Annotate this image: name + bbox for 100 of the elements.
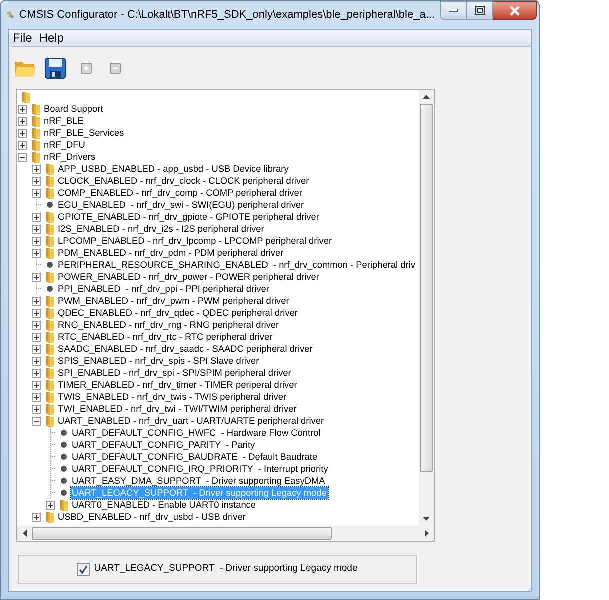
bullet-icon <box>59 488 69 498</box>
plus-icon <box>80 62 92 74</box>
collapse-icon[interactable] <box>32 416 41 426</box>
tree-item-label[interactable]: TWIS_ENABLED - nrf_drv_twis - TWIS peripheral driver <box>57 391 288 403</box>
expand-icon[interactable] <box>18 128 27 138</box>
expand-icon[interactable] <box>32 188 41 198</box>
tree-item-label[interactable]: RTC_ENABLED - nrf_drv_rtc - RTC peripheral driver <box>57 331 274 343</box>
folder-icon <box>59 499 69 511</box>
tree-item-label[interactable]: I2S_ENABLED - nrf_drv_i2s - I2S peripheral driver <box>57 223 266 235</box>
collapse-all-button[interactable] <box>108 61 122 75</box>
tree-item-label[interactable]: UART_ENABLED - nrf_drv_uart - UART/UARTE peripheral driver <box>57 415 326 427</box>
folder-icon <box>31 127 41 139</box>
close-icon <box>508 6 520 16</box>
tree-item-label[interactable]: SAADC_ENABLED - nrf_drv_saadc - SAADC peripheral driver <box>57 343 314 355</box>
menu-item[interactable]: File <box>11 30 34 46</box>
expand-icon[interactable] <box>46 500 55 510</box>
tree-item-label[interactable]: CLOCK_ENABLED - nrf_drv_clock - CLOCK peripheral driver <box>57 175 310 187</box>
save-button[interactable] <box>43 56 67 80</box>
expand-icon[interactable] <box>32 248 41 258</box>
collapse-icon[interactable] <box>18 152 27 162</box>
bullet-icon <box>59 464 69 474</box>
vertical-scrollbar[interactable] <box>419 90 434 526</box>
tree-item-label[interactable]: Board Support <box>43 103 104 115</box>
minus-icon <box>110 62 120 74</box>
tree-item-label[interactable]: POWER_ENABLED - nrf_drv_power - POWER peripheral driver <box>57 271 320 283</box>
tree-item-label[interactable]: PWM_ENABLED - nrf_drv_pwm - PWM peripheral driver <box>57 295 290 307</box>
expand-icon[interactable] <box>18 104 27 114</box>
tree-item-label[interactable]: RNG_ENABLED - nrf_drv_rng - RNG peripheral driver <box>57 319 280 331</box>
folder-icon <box>45 247 55 259</box>
folder-icon <box>45 271 55 283</box>
expand-icon[interactable] <box>18 116 27 126</box>
expand-icon[interactable] <box>32 392 41 402</box>
tree-item-label[interactable]: UART_DEFAULT_CONFIG_PARITY - Parity <box>71 439 256 451</box>
tree-item-label[interactable]: GPIOTE_ENABLED - nrf_drv_gpiote - GPIOTE peripheral driver <box>57 211 320 223</box>
folder-icon <box>45 379 55 391</box>
bullet-icon <box>59 452 69 462</box>
tree-item-label[interactable]: EGU_ENABLED - nrf_drv_swi - SWI(EGU) peripheral driver <box>57 199 306 211</box>
folder-icon <box>45 367 55 379</box>
expand-icon[interactable] <box>32 224 41 234</box>
bullet-icon <box>59 428 69 438</box>
expand-icon[interactable] <box>32 296 41 306</box>
tree-item-label[interactable]: UART0_ENABLED - Enable UART0 instance <box>71 499 258 511</box>
tree-item-label[interactable]: SPIS_ENABLED - nrf_drv_spis - SPI Slave driver <box>57 355 260 367</box>
checkbox[interactable] <box>77 563 90 576</box>
tree-item-label[interactable]: SPI_ENABLED - nrf_drv_spi - SPI/SPIM peripheral driver <box>57 367 292 379</box>
expand-icon[interactable] <box>32 320 41 330</box>
scrollbar-thumb[interactable] <box>420 104 433 472</box>
expand-icon[interactable] <box>32 380 41 390</box>
window-title: CMSIS Configurator - C:\Lokalt\BT\nRF5_SDK_only\examples\ble_peripheral\ble_a... <box>19 8 435 23</box>
expand-icon[interactable] <box>32 308 41 318</box>
expand-icon[interactable] <box>32 272 41 282</box>
expand-all-button[interactable] <box>79 61 93 75</box>
tree-item-label[interactable]: PPI_ENABLED - nrf_drv_ppi - PPI peripheral driver <box>57 283 270 295</box>
expand-icon[interactable] <box>32 176 41 186</box>
tree-item-label[interactable]: nRF_BLE <box>43 115 85 127</box>
expand-icon[interactable] <box>32 164 41 174</box>
close-button[interactable] <box>493 1 537 20</box>
tree-item-label[interactable]: TWI_ENABLED - nrf_drv_twi - TWI/TWIM peripheral driver <box>57 403 298 415</box>
folder-icon <box>45 319 55 331</box>
maximize-button[interactable] <box>467 1 493 20</box>
scrollbar-thumb[interactable] <box>32 527 332 540</box>
folder-icon <box>45 235 55 247</box>
expand-icon[interactable] <box>18 140 27 150</box>
tree-item-label[interactable]: UART_DEFAULT_CONFIG_IRQ_PRIORITY - Interrupt priority <box>71 463 330 475</box>
folder-icon <box>45 331 55 343</box>
folder-icon <box>31 151 41 163</box>
expand-icon[interactable] <box>32 404 41 414</box>
tree-item-label[interactable]: UART_DEFAULT_CONFIG_BAUDRATE - Default Baudrate <box>71 451 319 463</box>
folder-icon <box>45 355 55 367</box>
minimize-button[interactable] <box>440 1 467 20</box>
option-label: UART_LEGACY_SUPPORT - Driver supporting Legacy mode <box>94 562 358 576</box>
bullet-icon <box>59 476 69 486</box>
tree-item-label[interactable]: USBD_ENABLED - nrf_drv_usbd - USB driver <box>57 511 247 523</box>
tree-item-label[interactable]: COMP_ENABLED - nrf_drv_comp - COMP peripheral driver <box>57 187 304 199</box>
folder-icon <box>45 295 55 307</box>
tree-item-label[interactable]: UART_DEFAULT_CONFIG_HWFC - Hardware Flow Control <box>71 427 322 439</box>
tree-item-label[interactable]: nRF_Drivers <box>43 151 97 163</box>
menu-item[interactable]: Help <box>37 30 66 46</box>
folder-icon <box>45 223 55 235</box>
minimize-icon <box>449 9 458 12</box>
tree-item-label[interactable]: nRF_BLE_Services <box>43 127 126 139</box>
folder-icon <box>45 163 55 175</box>
tree-item-label[interactable]: LPCOMP_ENABLED - nrf_drv_lpcomp - LPCOMP peripheral driver <box>57 235 334 247</box>
tree-item-label[interactable]: UART_EASY_DMA_SUPPORT - Driver supporting EasyDMA <box>71 475 326 487</box>
tree-item-label[interactable]: TIMER_ENABLED - nrf_drv_timer - TIMER periperal driver <box>57 379 298 391</box>
expand-icon[interactable] <box>32 332 41 342</box>
tree-item-label[interactable]: PDM_ENABLED - nrf_drv_pdm - PDM peripheral driver <box>57 247 285 259</box>
tree-item-label[interactable]: PERIPHERAL_RESOURCE_SHARING_ENABLED - nrf_drv_common - Peripheral driv <box>57 259 416 271</box>
expand-icon[interactable] <box>32 368 41 378</box>
folder-icon <box>45 187 55 199</box>
tree-item-label[interactable]: nRF_DFU <box>43 139 86 151</box>
expand-icon[interactable] <box>32 236 41 246</box>
tree-item-label[interactable]: APP_USBD_ENABLED - app_usbd - USB Device library <box>57 163 290 175</box>
expand-icon[interactable] <box>32 356 41 366</box>
expand-icon[interactable] <box>32 512 41 522</box>
tree-item-label[interactable]: QDEC_ENABLED - nrf_drv_qdec - QDEC peripheral driver <box>57 307 299 319</box>
folder-icon <box>31 115 41 127</box>
expand-icon[interactable] <box>32 344 41 354</box>
horizontal-scrollbar[interactable] <box>17 526 434 541</box>
expand-icon[interactable] <box>32 212 41 222</box>
